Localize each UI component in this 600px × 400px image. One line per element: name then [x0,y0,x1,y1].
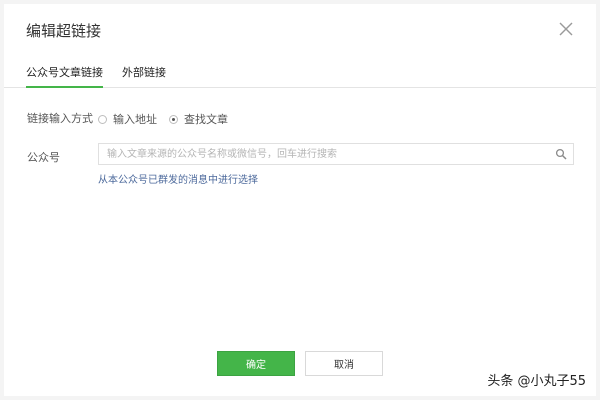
close-icon[interactable] [558,21,574,37]
official-account-label: 公众号 [27,151,60,164]
confirm-button[interactable]: 确定 [217,351,295,376]
tab-external-link[interactable]: 外部链接 [122,66,166,86]
official-account-search-input[interactable] [99,144,547,164]
radio-button-unchecked[interactable] [98,114,107,124]
official-account-search-box [98,143,574,165]
radio-find-article[interactable]: 查找文章 [169,111,228,127]
link-input-method-label: 链接输入方式 [27,112,93,125]
edit-hyperlink-dialog: 编辑超链接 公众号文章链接 外部链接 链接输入方式 输入地址 查找文章 公众号 … [4,4,596,396]
radio-enter-address-label: 输入地址 [113,113,157,126]
tab-bar: 公众号文章链接 外部链接 [4,58,596,88]
radio-enter-address[interactable]: 输入地址 [98,111,157,127]
cancel-button[interactable]: 取消 [305,351,383,376]
radio-button-checked[interactable] [169,114,178,124]
tab-official-account-article-link[interactable]: 公众号文章链接 [26,66,103,88]
watermark-text: 头条 @小丸子55 [487,374,586,389]
dialog-title: 编辑超链接 [26,22,102,40]
search-icon[interactable] [555,148,567,160]
select-from-sent-messages-link[interactable]: 从本公众号已群发的消息中进行选择 [98,171,258,186]
radio-find-article-label: 查找文章 [184,113,228,126]
